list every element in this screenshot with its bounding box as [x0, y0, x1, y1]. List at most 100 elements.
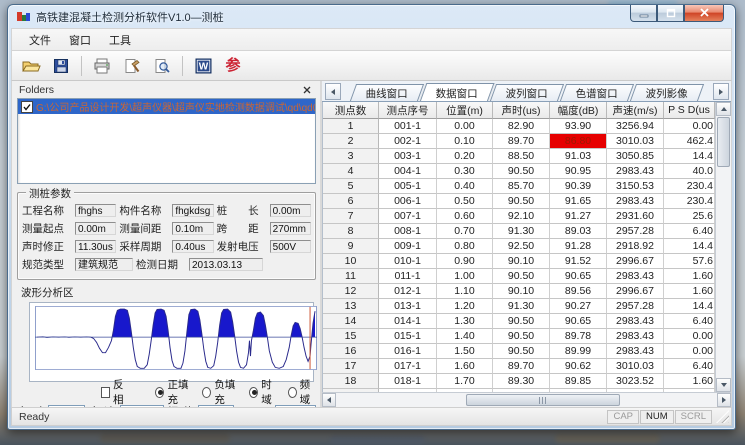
radio-正填充[interactable]: 正填充: [155, 377, 192, 407]
column-header[interactable]: 测点序号: [379, 102, 437, 119]
table-cell[interactable]: 0.80: [437, 239, 493, 254]
table-cell[interactable]: 57.6: [664, 254, 715, 269]
table-cell[interactable]: 0.00: [437, 119, 493, 134]
table-cell[interactable]: 1.50: [437, 344, 493, 359]
column-header[interactable]: 测点数: [323, 102, 379, 119]
table-cell[interactable]: 1.60: [664, 284, 715, 299]
scroll-up-button[interactable]: [716, 102, 731, 116]
table-cell[interactable]: 6: [323, 194, 379, 209]
table-cell[interactable]: 14.4: [664, 299, 715, 314]
title-bar[interactable]: 高铁建混凝土检测分析软件V1.0—测桩: [11, 5, 732, 28]
table-cell[interactable]: 0.00: [664, 344, 715, 359]
table-cell[interactable]: 90.10: [493, 254, 550, 269]
table-cell[interactable]: 12: [323, 284, 379, 299]
word-export-button[interactable]: W: [190, 53, 216, 79]
table-cell[interactable]: 89.70: [493, 359, 550, 374]
table-cell[interactable]: 462.4: [664, 134, 715, 149]
table-cell[interactable]: 2983.43: [607, 269, 664, 284]
column-header[interactable]: 声速(m/s): [607, 102, 664, 119]
table-cell[interactable]: 89.85: [550, 374, 607, 389]
table-cell[interactable]: 90.50: [493, 164, 550, 179]
column-header[interactable]: 幅度(dB): [550, 102, 607, 119]
tab-3[interactable]: 波列窗口: [490, 84, 564, 101]
table-cell[interactable]: 11: [323, 269, 379, 284]
table-row[interactable]: 3003-10.2088.5091.033050.8514.4: [323, 149, 715, 164]
table-cell[interactable]: 88.50: [493, 149, 550, 164]
table-cell[interactable]: 91.30: [493, 224, 550, 239]
scroll-right-button[interactable]: [717, 393, 731, 407]
table-row[interactable]: 17017-11.6089.7090.623010.036.40: [323, 359, 715, 374]
table-cell[interactable]: 0.50: [437, 194, 493, 209]
table-cell[interactable]: 3256.94: [607, 119, 664, 134]
table-cell[interactable]: 017-1: [379, 359, 437, 374]
table-row[interactable]: 11011-11.0090.5090.652983.431.60: [323, 269, 715, 284]
table-cell[interactable]: 91.28: [550, 239, 607, 254]
column-header[interactable]: 位置(m): [437, 102, 493, 119]
menu-item-2[interactable]: 窗口: [60, 30, 100, 50]
table-cell[interactable]: 012-1: [379, 284, 437, 299]
file-checkbox[interactable]: [21, 101, 33, 113]
tab-1[interactable]: 曲线窗口: [350, 84, 424, 101]
table-cell[interactable]: 008-1: [379, 224, 437, 239]
table-cell[interactable]: 230.4: [664, 179, 715, 194]
table-cell[interactable]: 004-1: [379, 164, 437, 179]
vertical-scrollbar[interactable]: [715, 102, 731, 392]
table-cell[interactable]: 5: [323, 179, 379, 194]
table-row[interactable]: 12012-11.1090.1089.562996.671.60: [323, 284, 715, 299]
radio-icon[interactable]: [155, 387, 164, 398]
table-cell[interactable]: 90.95: [550, 164, 607, 179]
table-row[interactable]: 10010-10.9090.1091.522996.6757.6: [323, 254, 715, 269]
table-cell[interactable]: 1.10: [437, 284, 493, 299]
maximize-button[interactable]: [657, 5, 684, 22]
table-cell[interactable]: 90.50: [493, 269, 550, 284]
table-cell[interactable]: 2983.43: [607, 344, 664, 359]
resize-grip[interactable]: [716, 410, 729, 423]
table-cell[interactable]: 90.39: [550, 179, 607, 194]
table-cell[interactable]: 40.0: [664, 164, 715, 179]
table-row[interactable]: 1001-10.0082.9093.903256.940.00: [323, 119, 715, 134]
table-cell[interactable]: 18: [323, 374, 379, 389]
table-cell[interactable]: 25.6: [664, 209, 715, 224]
open-button[interactable]: [18, 53, 44, 79]
table-cell[interactable]: 0.00: [664, 119, 715, 134]
radio-icon[interactable]: [249, 387, 258, 398]
table-cell[interactable]: 3150.53: [607, 179, 664, 194]
table-cell[interactable]: 1.20: [437, 299, 493, 314]
column-header[interactable]: 声时(us): [493, 102, 550, 119]
table-cell[interactable]: 0.40: [437, 179, 493, 194]
report-tool-button[interactable]: [119, 53, 145, 79]
table-cell[interactable]: 003-1: [379, 149, 437, 164]
table-cell[interactable]: 2996.67: [607, 254, 664, 269]
save-button[interactable]: [48, 53, 74, 79]
table-row[interactable]: 2002-10.1089.7086.803010.03462.4: [323, 134, 715, 149]
table-cell[interactable]: 92.10: [493, 209, 550, 224]
table-cell[interactable]: 89.78: [550, 329, 607, 344]
table-cell[interactable]: 89.70: [493, 134, 550, 149]
table-cell[interactable]: 14.4: [664, 149, 715, 164]
table-row[interactable]: 14014-11.3090.5090.652983.436.40: [323, 314, 715, 329]
table-row[interactable]: 8008-10.7091.3089.032957.286.40: [323, 224, 715, 239]
table-cell[interactable]: 91.65: [550, 194, 607, 209]
table-cell[interactable]: 2918.92: [607, 239, 664, 254]
table-cell[interactable]: 010-1: [379, 254, 437, 269]
tab-4[interactable]: 色谱窗口: [560, 84, 634, 101]
table-cell[interactable]: 3: [323, 149, 379, 164]
radio-负填充[interactable]: 负填充: [202, 377, 239, 407]
minimize-button[interactable]: [630, 5, 657, 22]
table-cell[interactable]: 8: [323, 224, 379, 239]
print-button[interactable]: [89, 53, 115, 79]
radio-icon[interactable]: [288, 387, 297, 398]
table-cell[interactable]: 1.40: [437, 329, 493, 344]
table-cell[interactable]: 89.99: [550, 344, 607, 359]
table-row[interactable]: 18018-11.7089.3089.853023.521.60: [323, 374, 715, 389]
vertical-scroll-thumb[interactable]: [717, 117, 730, 167]
print-preview-button[interactable]: [149, 53, 175, 79]
table-row[interactable]: 5005-10.4085.7090.393150.53230.4: [323, 179, 715, 194]
table-cell[interactable]: 0.10: [437, 134, 493, 149]
table-cell[interactable]: 90.27: [550, 299, 607, 314]
table-row[interactable]: 16016-11.5090.5089.992983.430.00: [323, 344, 715, 359]
table-cell[interactable]: 018-1: [379, 374, 437, 389]
table-cell[interactable]: 82.90: [493, 119, 550, 134]
vertical-scroll-track[interactable]: [716, 168, 731, 378]
table-cell[interactable]: 014-1: [379, 314, 437, 329]
